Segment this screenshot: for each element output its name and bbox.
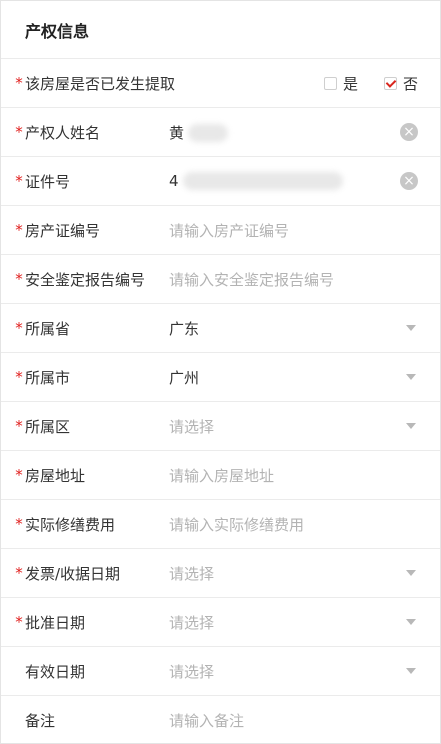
section-title: 产权信息 [25,21,90,41]
required-asterisk: * [15,171,23,190]
invoice-date-row[interactable]: * 发票/收据日期 请选择 [1,549,440,598]
extraction-row: * 该房屋是否已发生提取 是 否 [1,59,440,108]
option-yes[interactable]: 是 [323,73,358,94]
option-no[interactable]: 否 [383,73,418,94]
redacted-blur [188,124,229,142]
required-asterisk: * [15,465,23,484]
checkmark-icon[interactable] [383,76,397,90]
caret-down-icon[interactable] [406,570,416,576]
required-asterisk: * [15,318,23,337]
id-number-row: * 证件号 4 × [1,157,440,206]
caret-down-icon[interactable] [406,374,416,380]
repair-cost-row: * 实际修缮费用 请输入实际修缮费用 [1,500,440,549]
invoice-date-label: 发票/收据日期 [25,564,121,583]
valid-date-row[interactable]: 有效日期 请选择 [1,647,440,696]
property-cert-label: 房产证编号 [25,221,101,240]
repair-cost-label: 实际修缮费用 [25,515,116,534]
remark-input[interactable]: 请输入备注 [169,710,440,731]
remark-row: 备注 请输入备注 [1,696,440,743]
approval-date-select[interactable]: 请选择 [169,612,440,633]
clear-circle-icon[interactable]: × [400,123,418,141]
approval-date-row[interactable]: * 批准日期 请选择 [1,598,440,647]
remark-label: 备注 [25,712,56,730]
owner-name-label: 产权人姓名 [25,123,101,142]
district-label: 所属区 [25,417,71,436]
clear-circle-icon[interactable]: × [400,172,418,190]
checkbox-yes[interactable] [323,76,337,90]
district-row[interactable]: * 所属区 请选择 [1,402,440,451]
province-select[interactable]: 广东 [169,318,440,339]
address-label: 房屋地址 [25,466,86,485]
redacted-blur [182,172,343,191]
option-no-label: 否 [402,74,418,93]
section-header: 产权信息 [1,1,440,59]
required-asterisk: * [15,612,23,631]
valid-date-select[interactable]: 请选择 [169,661,440,682]
valid-date-label: 有效日期 [25,662,86,681]
caret-down-icon[interactable] [406,619,416,625]
id-number-label: 证件号 [25,172,71,191]
invoice-date-select[interactable]: 请选择 [169,563,440,584]
province-label: 所属省 [25,319,71,338]
required-asterisk: * [15,269,23,288]
caret-down-icon[interactable] [406,668,416,674]
required-asterisk: * [15,122,23,141]
city-label: 所属市 [25,368,71,387]
property-info-form: 产权信息 * 该房屋是否已发生提取 是 否 * 产权人姓名 黄 × * 证件号 … [0,0,441,744]
required-asterisk: * [15,73,23,92]
option-yes-label: 是 [342,74,358,93]
owner-name-value: 黄 [169,123,185,142]
approval-date-label: 批准日期 [25,613,86,632]
caret-down-icon[interactable] [406,423,416,429]
safety-report-input[interactable]: 请输入安全鉴定报告编号 [169,269,440,290]
province-row[interactable]: * 所属省 广东 [1,304,440,353]
required-asterisk: * [15,220,23,239]
property-cert-input[interactable]: 请输入房产证编号 [169,220,440,241]
required-asterisk: * [15,563,23,582]
property-cert-row: * 房产证编号 请输入房产证编号 [1,206,440,255]
address-row: * 房屋地址 请输入房屋地址 [1,451,440,500]
required-asterisk: * [15,367,23,386]
safety-report-row: * 安全鉴定报告编号 请输入安全鉴定报告编号 [1,255,440,304]
extraction-label: 该房屋是否已发生提取 [25,74,176,93]
district-select[interactable]: 请选择 [169,416,440,437]
city-row[interactable]: * 所属市 广州 [1,353,440,402]
repair-cost-input[interactable]: 请输入实际修缮费用 [169,514,440,535]
city-select[interactable]: 广州 [169,367,440,388]
id-number-value: 4 [169,171,179,190]
caret-down-icon[interactable] [406,325,416,331]
address-input[interactable]: 请输入房屋地址 [169,465,440,486]
extraction-options: 是 否 [298,59,418,107]
safety-report-label: 安全鉴定报告编号 [25,270,146,289]
owner-name-row: * 产权人姓名 黄 × [1,108,440,157]
required-asterisk: * [15,514,23,533]
required-asterisk: * [15,416,23,435]
